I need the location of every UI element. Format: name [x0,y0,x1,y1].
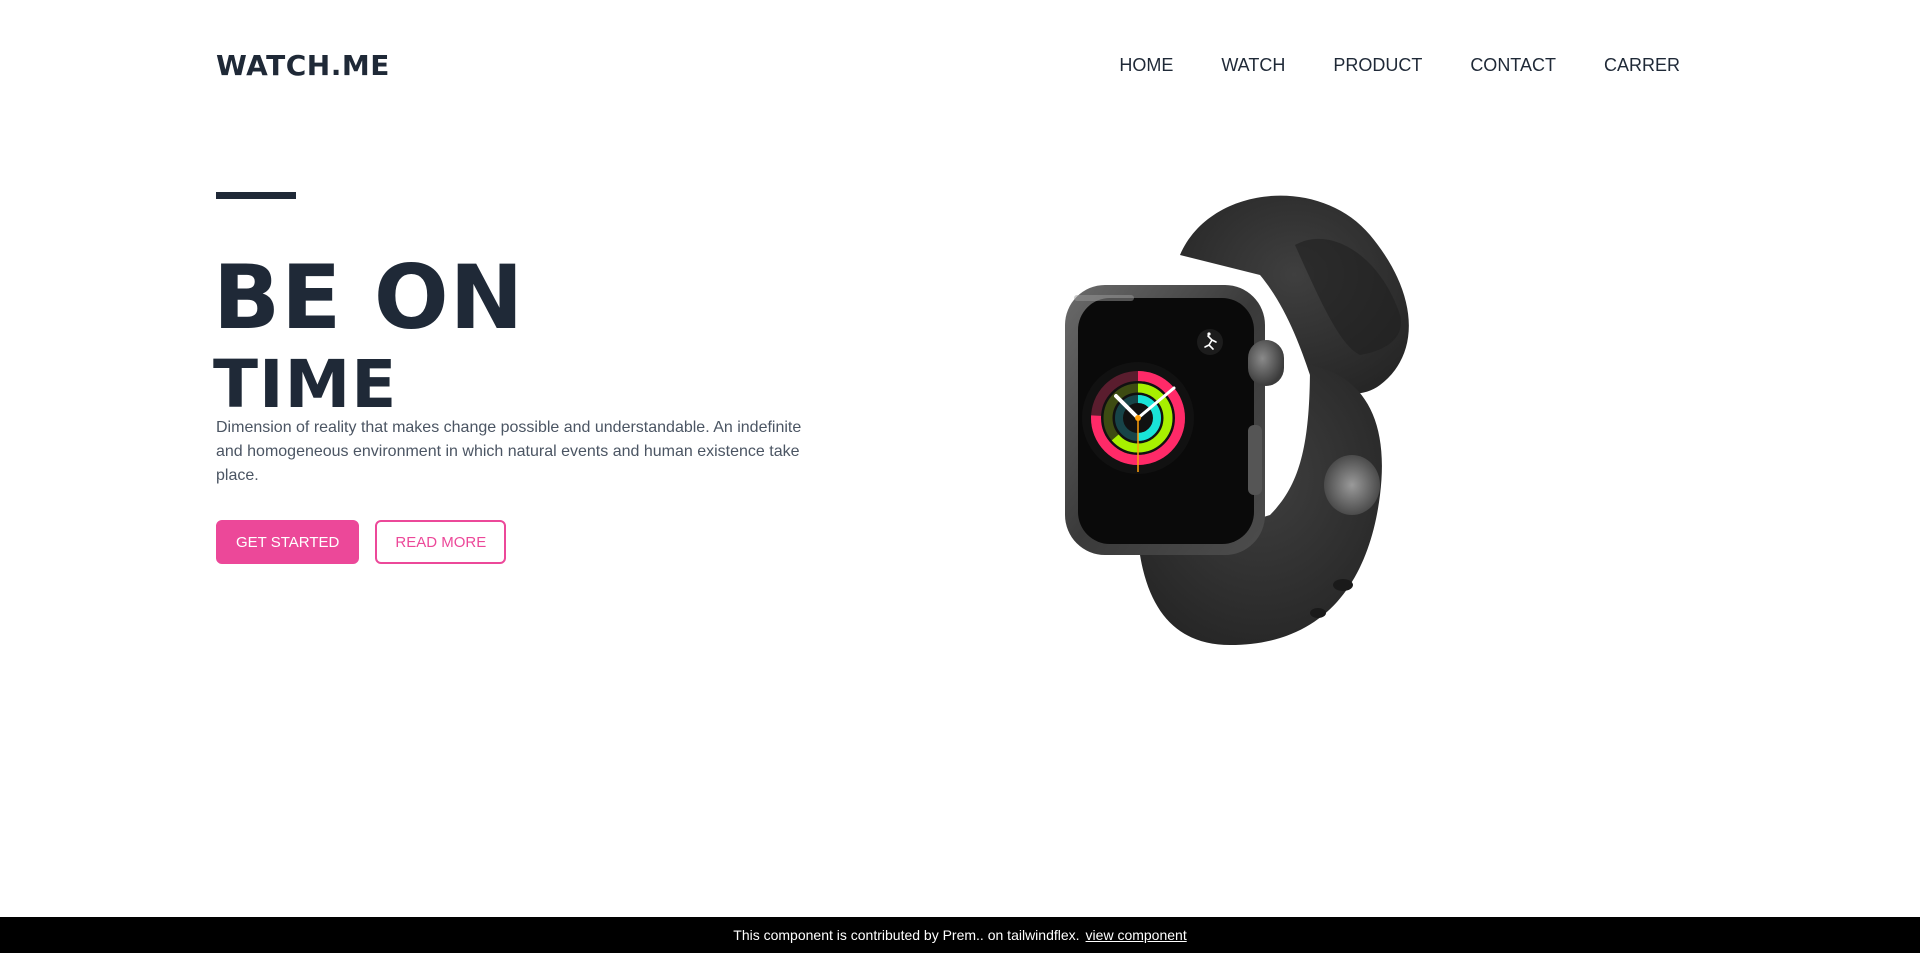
attribution-bar: This component is contributed by Prem.. … [0,917,1920,953]
hero-actions: GET STARTED READ MORE [216,520,507,564]
nav-item-watch[interactable]: WATCH [1221,55,1285,76]
running-figure-icon [1197,329,1223,355]
band-pin-icon [1324,455,1380,515]
hero-title: BE ON TIME [213,254,524,418]
digital-crown-icon [1248,340,1284,386]
attribution-text: This component is contributed by Prem.. … [733,927,1080,943]
get-started-button[interactable]: GET STARTED [216,520,360,564]
smartwatch-image [1065,195,1409,645]
landing-page: WATCH.ME HOME WATCH PRODUCT CONTACT CARR… [0,0,1920,953]
nav-item-contact[interactable]: CONTACT [1470,55,1556,76]
view-component-link[interactable]: view component [1086,927,1187,943]
accent-rule [216,192,296,199]
read-more-button[interactable]: READ MORE [375,520,507,564]
brand-logo[interactable]: WATCH.ME [216,49,390,82]
main-nav: HOME WATCH PRODUCT CONTACT CARRER [1119,55,1680,76]
hero-description: Dimension of reality that makes change p… [216,419,802,484]
hero-title-line-1: BE ON [213,246,525,349]
watch-face-activity-rings [1082,362,1194,474]
nav-item-product[interactable]: PRODUCT [1333,55,1422,76]
site-header: WATCH.ME HOME WATCH PRODUCT CONTACT CARR… [216,0,1680,130]
nav-item-carrer[interactable]: CARRER [1604,55,1680,76]
nav-item-home[interactable]: HOME [1119,55,1173,76]
hero-title-line-2: TIME [213,346,398,423]
